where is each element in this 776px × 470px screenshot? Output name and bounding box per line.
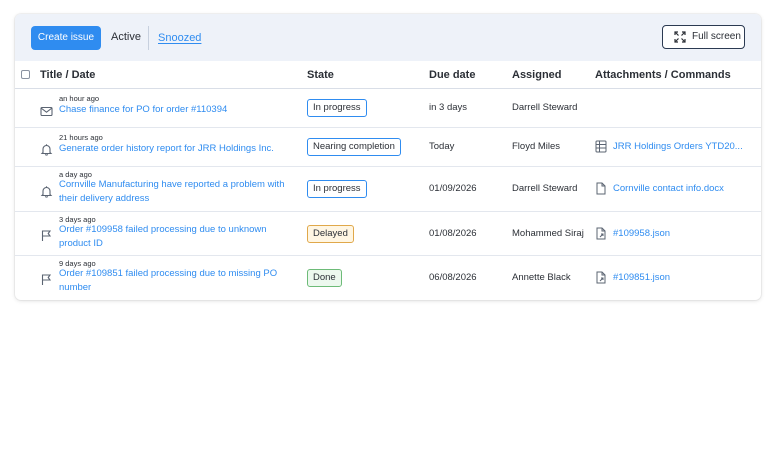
tab-active[interactable]: Active xyxy=(111,31,141,43)
status-badge: In progress xyxy=(307,99,367,117)
issues-panel: Create issue Active Snoozed Full screen … xyxy=(15,14,761,300)
status-badge: Delayed xyxy=(307,225,354,243)
attachment-link[interactable]: Cornville contact info.docx xyxy=(595,182,755,196)
full-screen-button[interactable]: Full screen xyxy=(662,25,745,49)
row-title-link[interactable]: Generate order history report for JRR Ho… xyxy=(59,142,297,156)
due-date: in 3 days xyxy=(429,102,468,113)
mail-icon xyxy=(40,106,53,117)
due-date: 01/08/2026 xyxy=(429,228,477,239)
assignee: Mohammed Siraj xyxy=(512,228,584,239)
file-link-icon xyxy=(596,227,606,240)
expand-icon xyxy=(674,31,686,43)
attachment-label: #109851.json xyxy=(613,272,671,283)
due-date: 06/08/2026 xyxy=(429,272,477,283)
select-all-checkbox[interactable] xyxy=(21,70,30,79)
table-row[interactable]: 21 hours ago Generate order history repo… xyxy=(15,128,761,167)
row-timestamp: an hour ago xyxy=(59,94,100,103)
tab-divider xyxy=(148,26,149,50)
table-header: Title / Date State Due date Assigned Att… xyxy=(15,61,761,89)
table-row[interactable]: an hour ago Chase finance for PO for ord… xyxy=(15,89,761,128)
attachment-link[interactable]: JRR Holdings Orders YTD20... xyxy=(595,140,755,154)
table-row[interactable]: a day ago Cornville Manufacturing have r… xyxy=(15,167,761,212)
row-title-link[interactable]: Cornville Manufacturing have reported a … xyxy=(59,178,297,206)
column-title[interactable]: Title / Date xyxy=(40,69,95,81)
document-icon xyxy=(596,182,606,195)
column-attachments[interactable]: Attachments / Commands xyxy=(595,69,731,81)
due-date: Today xyxy=(429,141,455,152)
attachment-label: #109958.json xyxy=(613,228,671,239)
table-row[interactable]: 3 days ago Order #109958 failed processi… xyxy=(15,212,761,256)
bell-icon xyxy=(40,144,53,156)
row-title-link[interactable]: Chase finance for PO for order #110394 xyxy=(59,103,297,117)
spreadsheet-icon xyxy=(595,140,607,153)
table-row[interactable]: 9 days ago Order #109851 failed processi… xyxy=(15,256,761,300)
assignee: Darrell Steward xyxy=(512,183,578,194)
assignee: Darrell Steward xyxy=(512,102,578,113)
column-assigned[interactable]: Assigned xyxy=(512,69,562,81)
flag-icon xyxy=(41,274,52,285)
attachment-link[interactable]: #109851.json xyxy=(595,271,755,285)
file-link-icon xyxy=(596,271,606,284)
attachment-label: JRR Holdings Orders YTD20... xyxy=(613,141,743,152)
column-due-date[interactable]: Due date xyxy=(429,69,475,81)
attachment-link[interactable]: #109958.json xyxy=(595,227,755,241)
row-title-link[interactable]: Order #109958 failed processing due to u… xyxy=(59,223,297,251)
assignee: Floyd Miles xyxy=(512,141,561,152)
attachment-label: Cornville contact info.docx xyxy=(613,183,724,194)
row-title-link[interactable]: Order #109851 failed processing due to m… xyxy=(59,267,297,295)
due-date: 01/09/2026 xyxy=(429,183,477,194)
bell-icon xyxy=(40,186,53,198)
create-issue-button[interactable]: Create issue xyxy=(31,26,101,50)
flag-icon xyxy=(41,230,52,241)
status-badge: Done xyxy=(307,269,342,287)
toolbar: Create issue Active Snoozed Full screen xyxy=(15,14,761,61)
column-state[interactable]: State xyxy=(307,69,334,81)
tab-snoozed[interactable]: Snoozed xyxy=(158,32,201,44)
assignee: Annette Black xyxy=(512,272,571,283)
full-screen-label: Full screen xyxy=(692,31,741,42)
status-badge: Nearing completion xyxy=(307,138,401,156)
status-badge: In progress xyxy=(307,180,367,198)
row-timestamp: 21 hours ago xyxy=(59,133,103,142)
